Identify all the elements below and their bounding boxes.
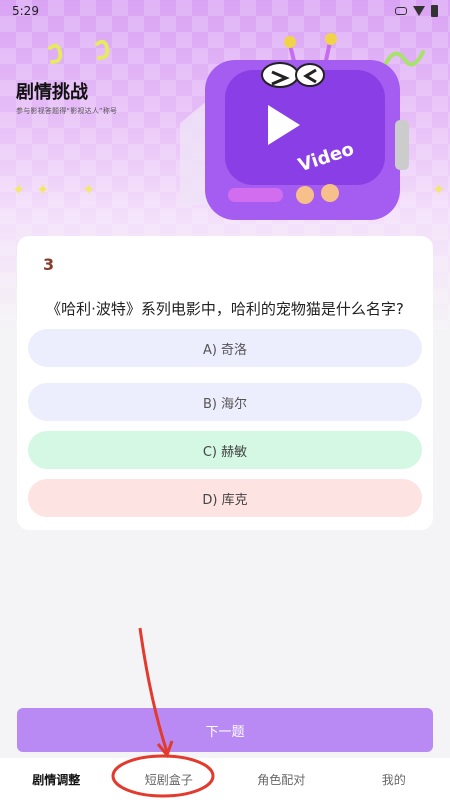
star-icon: ✦: [36, 180, 50, 199]
question-card: 3 《哈利·波特》系列电影中，哈利的宠物猫是什么名字? A) 奇洛 B) 海尔 …: [17, 236, 433, 530]
tab-mine[interactable]: 我的: [338, 758, 450, 800]
bottom-tab-bar: 剧情调整 短剧盒子 角色配对 我的: [0, 758, 450, 800]
star-icon: ✦: [12, 180, 26, 199]
tv-mascot-illustration: Video: [180, 33, 409, 220]
status-time: 5:29: [12, 4, 39, 18]
page-subtitle: 参与影视答题得“影视达人”称号: [16, 107, 118, 115]
option-a-button[interactable]: A) 奇洛: [28, 329, 422, 367]
tab-short-drama-box[interactable]: 短剧盒子: [113, 758, 226, 800]
question-number: 3: [43, 255, 55, 274]
option-b-button[interactable]: B) 海尔: [28, 383, 422, 421]
option-d-button[interactable]: D) 库克: [28, 479, 422, 517]
tab-plot-adjust[interactable]: 剧情调整: [0, 758, 113, 800]
tab-character-match[interactable]: 角色配对: [225, 758, 338, 800]
star-icon: ✦: [432, 180, 446, 199]
star-icon: ✦: [82, 180, 96, 199]
status-bar: 5:29: [0, 0, 450, 22]
question-text: 《哈利·波特》系列电影中，哈利的宠物猫是什么名字?: [46, 300, 404, 318]
key-icon: [395, 7, 407, 15]
status-icons: [395, 5, 438, 17]
page-title: 剧情挑战: [16, 82, 88, 103]
wifi-icon: [413, 6, 425, 16]
option-c-button[interactable]: C) 赫敏: [28, 431, 422, 469]
next-question-button[interactable]: 下一题: [17, 708, 433, 752]
battery-icon: [431, 5, 438, 17]
